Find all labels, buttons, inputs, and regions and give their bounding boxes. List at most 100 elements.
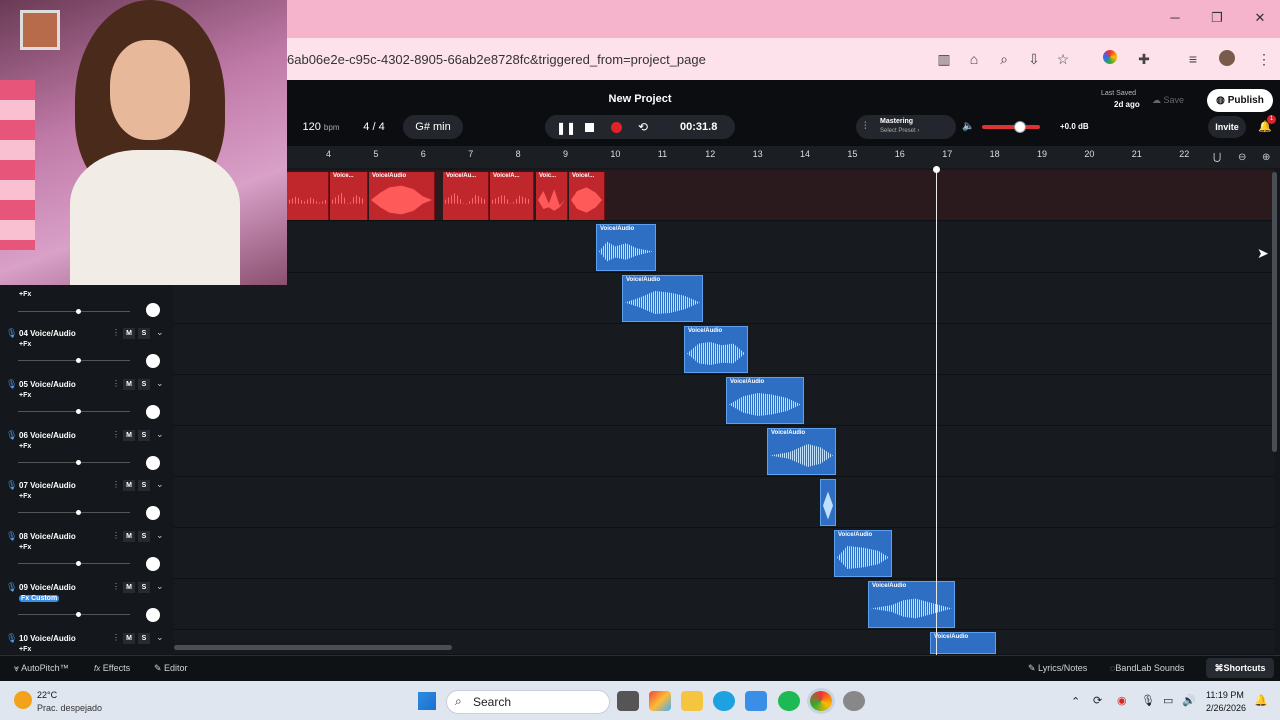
chevron-down-icon[interactable]: ⌄ (156, 632, 164, 643)
network-icon[interactable]: ▭ (1163, 694, 1173, 707)
lyrics-notes-button[interactable]: ✎ Lyrics/Notes (1028, 663, 1087, 674)
reader-mode-icon[interactable]: ▥ (934, 50, 954, 68)
solo-button[interactable]: S (138, 582, 150, 593)
audio-clip[interactable]: Voice/Audio (930, 632, 996, 654)
bandlab-sounds-button[interactable]: ◌BandLab Sounds (1110, 663, 1184, 673)
track-volume-slider[interactable] (18, 311, 130, 312)
track-menu-icon[interactable]: ⋮ (112, 582, 120, 591)
microphone-icon[interactable]: 🎙 (1141, 694, 1155, 707)
track-menu-icon[interactable]: ⋮ (112, 328, 120, 337)
pan-knob[interactable] (146, 354, 160, 368)
taskbar-search[interactable] (446, 690, 610, 714)
store-icon[interactable] (745, 691, 767, 711)
restore-icon[interactable]: ❐ (1207, 10, 1227, 28)
tray-app-icon[interactable]: ◉ (1117, 694, 1127, 707)
media-control-icon[interactable]: ≡ (1183, 50, 1203, 68)
audio-clip[interactable]: Voice/Audio (622, 275, 703, 322)
track-menu-icon[interactable]: ⋮ (112, 633, 120, 642)
stop-icon[interactable] (585, 123, 594, 132)
track-fx-button[interactable]: +Fx (19, 646, 31, 653)
profile-avatar[interactable] (1217, 50, 1237, 68)
key-selector[interactable]: G# min (403, 115, 463, 139)
install-icon[interactable]: ⇩ (1024, 50, 1044, 68)
menu-dots-icon[interactable]: ⋮ (1254, 50, 1274, 68)
task-view-icon[interactable] (617, 691, 639, 711)
track-fx-button[interactable]: +Fx (19, 341, 31, 348)
volume-tray-icon[interactable]: 🔊 (1182, 694, 1196, 707)
horizontal-scrollbar[interactable] (174, 645, 452, 650)
audio-clip[interactable] (287, 172, 329, 220)
extensions-puzzle-icon[interactable]: ✚ (1134, 50, 1154, 68)
loop-icon[interactable]: ⟲ (638, 120, 648, 134)
solo-button[interactable]: S (138, 328, 150, 339)
solo-button[interactable]: S (138, 531, 150, 543)
audio-clip[interactable]: Voice/Au... (443, 172, 489, 220)
track-name[interactable]: 09 Voice/Audio (19, 583, 76, 592)
audio-clip[interactable]: Voice/A... (490, 172, 534, 220)
clock-date[interactable]: 2/26/2026 (1206, 703, 1246, 713)
mute-button[interactable]: M (123, 328, 135, 339)
app-icon[interactable] (843, 691, 865, 711)
playhead-handle[interactable] (933, 166, 940, 173)
solo-button[interactable]: S (138, 632, 150, 644)
minimize-icon[interactable]: ─ (1165, 10, 1185, 28)
audio-clip[interactable]: Voice/Audio (596, 224, 656, 271)
bpm-control[interactable]: 120 bpm (290, 115, 352, 139)
record-icon[interactable] (611, 122, 622, 133)
track-menu-icon[interactable]: ⋮ (112, 430, 120, 439)
chevron-down-icon[interactable]: ⌄ (156, 581, 164, 592)
track-volume-handle[interactable] (76, 459, 81, 465)
audio-clip[interactable] (820, 479, 836, 526)
audio-clip[interactable]: Voic... (536, 172, 568, 220)
track-volume-handle[interactable] (76, 612, 81, 617)
time-signature[interactable]: 4 / 4 (357, 115, 391, 139)
chevron-down-icon[interactable]: ⌄ (156, 327, 164, 338)
track-lane-9[interactable] (174, 579, 1274, 630)
pan-knob[interactable] (146, 303, 160, 317)
solo-button[interactable]: S (138, 378, 150, 390)
audio-clip[interactable]: Voice/Audio (834, 530, 892, 577)
mute-button[interactable]: M (123, 378, 135, 390)
chevron-up-icon[interactable]: ⌃ (1071, 695, 1080, 708)
chrome-icon[interactable] (810, 691, 832, 711)
track-fx-button[interactable]: +Fx (19, 291, 31, 298)
track-name[interactable]: 10 Voice/Audio (19, 634, 76, 643)
windows-start-icon[interactable] (418, 692, 436, 710)
invite-button[interactable]: Invite (1208, 116, 1246, 138)
save-button[interactable]: ☁ Save (1152, 95, 1184, 106)
editor-button[interactable]: ✎ Editor (154, 663, 188, 674)
track-lane-2[interactable] (174, 222, 1274, 273)
audio-clip[interactable]: Voice/Audio (868, 581, 955, 628)
chevron-down-icon[interactable]: ⌄ (156, 378, 164, 389)
publish-button[interactable]: ◍ Publish (1207, 89, 1273, 112)
clock-time[interactable]: 11:19 PM (1206, 690, 1244, 700)
track-fx-button[interactable]: +Fx (19, 443, 31, 450)
track-lane-3[interactable] (174, 273, 1274, 324)
track-fx-button[interactable]: Fx Custom (19, 595, 60, 602)
mute-button[interactable]: M (123, 582, 135, 593)
track-volume-slider[interactable] (18, 461, 130, 463)
close-icon[interactable]: ✕ (1250, 10, 1270, 28)
track-volume-handle[interactable] (76, 358, 81, 363)
audio-clip[interactable]: Voice/Audio (684, 326, 748, 373)
audio-clip[interactable]: Voice/Audio (369, 172, 435, 220)
audio-clip[interactable]: Voice/... (569, 172, 605, 220)
playhead[interactable] (936, 168, 937, 655)
solo-button[interactable]: S (138, 429, 150, 441)
track-menu-icon[interactable]: ⋮ (112, 480, 120, 489)
audio-clip[interactable]: Voice... (330, 172, 368, 220)
track-name[interactable]: 07 Voice/Audio (19, 481, 76, 490)
vertical-scrollbar[interactable] (1272, 172, 1277, 452)
pan-knob[interactable] (146, 608, 160, 622)
effects-button[interactable]: fx Effects (94, 663, 130, 673)
track-volume-slider[interactable] (18, 360, 130, 361)
audio-clip[interactable]: Voice/Audio (726, 377, 804, 424)
snap-magnet-icon[interactable]: ⋃ (1213, 152, 1221, 163)
mute-button[interactable]: M (123, 531, 135, 543)
mute-button[interactable]: M (123, 429, 135, 441)
copilot-icon[interactable] (649, 691, 671, 711)
speaker-icon[interactable]: 🔈 (962, 121, 974, 132)
chevron-down-icon[interactable]: ⌄ (156, 479, 164, 490)
zoom-out-icon[interactable]: ⊖ (1238, 152, 1246, 163)
pan-knob[interactable] (146, 455, 160, 470)
